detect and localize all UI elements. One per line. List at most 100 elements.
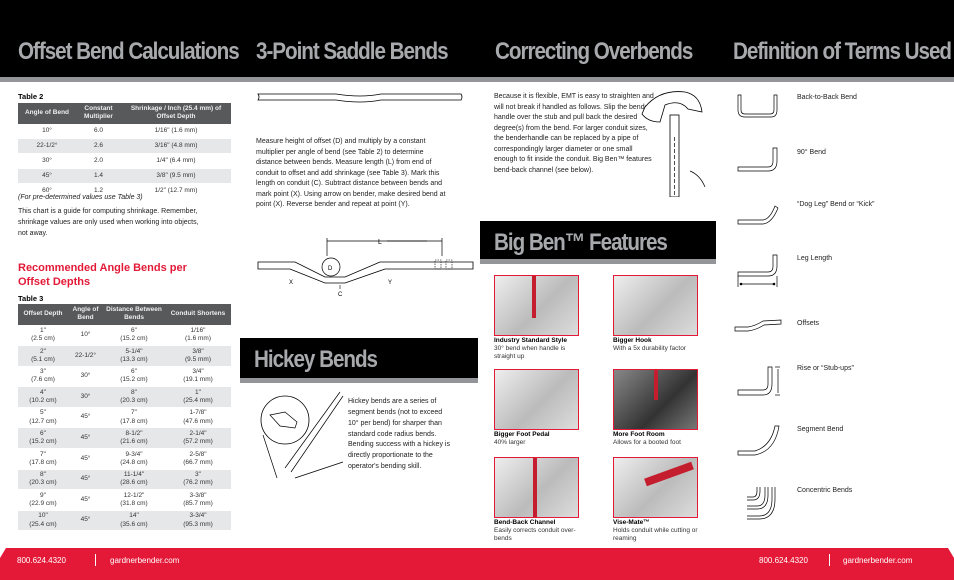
table3-cell-text: (5.1 cm) bbox=[31, 355, 55, 363]
table3-cell: 12-1/2" (31.8 cm) bbox=[103, 489, 165, 511]
table3-cell-text: (95.3 mm) bbox=[183, 520, 213, 528]
table3-cell-text: 45° bbox=[80, 434, 91, 442]
table3-cell-text: 3-3/4" bbox=[189, 512, 207, 520]
diagram-label-l: L bbox=[378, 239, 382, 246]
footer-phone-right[interactable]: 800.624.4320 bbox=[759, 556, 808, 565]
concentric-bends-icon bbox=[747, 487, 776, 520]
term-label: Leg Length bbox=[797, 255, 833, 262]
table3-cell-text: 1" bbox=[40, 326, 46, 334]
segment-bend-icon bbox=[737, 425, 780, 456]
table3-cell: 3" (7.6 cm) bbox=[18, 366, 68, 388]
table3-cell-text: (12.7 cm) bbox=[29, 417, 57, 425]
title-definition-terms: Definition of Terms Used bbox=[733, 38, 952, 65]
table3-cell: 8" (20.3 cm) bbox=[103, 386, 165, 408]
table3-cell-text: (35.6 cm) bbox=[120, 520, 148, 528]
recommended-heading: Recommended Angle Bends per Offset Depth… bbox=[18, 262, 187, 288]
title-hickey-bends: Hickey Bends bbox=[254, 346, 378, 373]
feature-desc: 30° bend when handle is straight up bbox=[494, 344, 566, 360]
table3-cell-text: 4" bbox=[40, 388, 46, 396]
dog-leg-bend-icon bbox=[737, 205, 779, 225]
table3: Offset Depth Angle of Bend Distance Betw… bbox=[18, 304, 231, 532]
term-label: Concentric Bends bbox=[797, 487, 853, 494]
table3-cell-text: (7.6 cm) bbox=[31, 376, 55, 384]
feature-photo-foot-room bbox=[613, 369, 698, 430]
table3-header: Angle of Bend bbox=[68, 304, 103, 325]
table3-cell-text: (47.6 mm) bbox=[183, 417, 213, 425]
table3-row: 2" (5.1 cm) 22-1/2° 5-1/4" (13.3 cm) 3/8" (9.5… bbox=[18, 345, 231, 367]
ninety-degree-bend-icon bbox=[737, 147, 778, 172]
table3-cell-text: 6" bbox=[131, 368, 137, 376]
hickey-illustration bbox=[260, 391, 344, 479]
table3-cell-text: 1-7/8" bbox=[189, 409, 207, 417]
table3-cell-text: 6" bbox=[131, 326, 137, 334]
table3-cell-text: 45° bbox=[80, 454, 91, 462]
table3-row: 4" (10.2 cm) 30° 8" (20.3 cm) 1" (25.4 mm) bbox=[18, 386, 231, 408]
table3-cell: 9" (22.9 cm) bbox=[18, 489, 68, 511]
table3-cell-text: (15.2 cm) bbox=[120, 334, 148, 342]
table2-header: Angle of Bend bbox=[18, 103, 76, 124]
table3-cell: 6" (15.2 cm) bbox=[103, 366, 165, 388]
footer-website-right[interactable]: gardnerbender.com bbox=[843, 556, 912, 565]
table3-cell-text: 14" bbox=[129, 512, 139, 520]
rise-stub-up-icon bbox=[737, 366, 780, 396]
table3-cell-text: 7" bbox=[131, 409, 137, 417]
feature-card: Industry Standard Style 30° bend when ha… bbox=[494, 275, 579, 361]
table3-header: Conduit Shortens bbox=[165, 304, 231, 325]
table3-cell-text: 45° bbox=[80, 413, 91, 421]
table3-cell-text: (57.2 mm) bbox=[183, 438, 213, 446]
table3-cell: 45° bbox=[68, 448, 103, 470]
table3-cell: 30° bbox=[68, 386, 103, 408]
table3-cell-text: 10° bbox=[80, 330, 91, 338]
table3-cell-text: 3" bbox=[40, 368, 46, 376]
feature-desc: With a 5x durability factor bbox=[613, 344, 686, 352]
table3-cell: 1" (25.4 mm) bbox=[165, 386, 231, 408]
saddle-conduit-illustration bbox=[257, 93, 463, 103]
table3-cell-text: 5" bbox=[40, 409, 46, 417]
table3-cell: 3" (76.2 mm) bbox=[165, 469, 231, 491]
table2-row: 22-1/2° 2.6 3/16" (4.8 mm) bbox=[18, 138, 231, 155]
table2-cell: 1/4" (6.4 mm) bbox=[121, 153, 231, 170]
table3-cell-text: 11-1/4" bbox=[123, 471, 145, 479]
predetermined-note: (For pre-determined values use Table 3) bbox=[18, 194, 143, 201]
saddle-diagram: L D X Y C bbox=[257, 238, 474, 298]
table3-row: 1" (2.5 cm) 10° 6" (15.2 cm) 1/16" (1.6 mm) bbox=[18, 324, 231, 346]
feature-photo-bigger-hook bbox=[613, 275, 698, 336]
saddle-instructions: Measure height of offset (D) and multipl… bbox=[256, 138, 446, 208]
table3-row: 8" (20.3 cm) 45° 11-1/4" (28.6 cm) 3" (76.2 mm… bbox=[18, 469, 231, 491]
table2-cell: 10° bbox=[18, 123, 76, 140]
feature-title: Industry Standard Style bbox=[494, 337, 567, 344]
table2-cell: 1.4 bbox=[76, 168, 121, 185]
table3-cell-text: 3/8" bbox=[192, 347, 204, 355]
table3-cell-text: 30° bbox=[80, 392, 91, 400]
back-to-back-bend-icon bbox=[737, 94, 778, 118]
term-label: Offsets bbox=[797, 320, 820, 327]
hickey-description: Hickey bends are a series of segment ben… bbox=[348, 398, 450, 471]
table3-cell-text: 3" bbox=[195, 471, 201, 479]
footer-phone-left[interactable]: 800.624.4320 bbox=[17, 556, 66, 565]
table3-cell-text: 45° bbox=[80, 495, 91, 503]
table3-cell: 10" (25.4 cm) bbox=[18, 510, 68, 532]
table3-cell: 3/8" (9.5 mm) bbox=[165, 345, 231, 367]
feature-card: Bigger Foot Pedal 40% larger bbox=[494, 369, 579, 447]
feature-card: Bigger Hook With a 5x durability factor bbox=[613, 275, 698, 353]
table3-cell: 45° bbox=[68, 407, 103, 429]
term-label: Segment Bend bbox=[797, 426, 844, 433]
leg-length-icon bbox=[737, 254, 778, 287]
table3-cell: 11-1/4" (28.6 cm) bbox=[103, 469, 165, 491]
table3-cell-text: (66.7 mm) bbox=[183, 458, 213, 466]
feature-desc: Holds conduit while cutting or reaming bbox=[613, 526, 698, 542]
feature-desc: Allows for a booted foot bbox=[613, 438, 681, 446]
table3-cell: 5" (12.7 cm) bbox=[18, 407, 68, 429]
table3-header: Distance Between Bends bbox=[103, 304, 165, 325]
table2-cell: 45° bbox=[18, 168, 76, 185]
table3-header: Offset Depth bbox=[18, 304, 68, 325]
feature-photo-foot-pedal bbox=[494, 369, 579, 430]
table3-cell: 8-1/2" (21.6 cm) bbox=[103, 427, 165, 449]
diagram-label-x: X bbox=[289, 280, 293, 286]
table3-cell-text: 22-1/2° bbox=[74, 351, 97, 359]
table3-cell: 45° bbox=[68, 489, 103, 511]
table3-cell-text: 3/4" bbox=[192, 368, 204, 376]
feature-title: Bend-Back Channel bbox=[494, 519, 556, 526]
footer-website-left[interactable]: gardnerbender.com bbox=[110, 556, 179, 565]
table3-cell-text: (10.2 cm) bbox=[29, 396, 57, 404]
